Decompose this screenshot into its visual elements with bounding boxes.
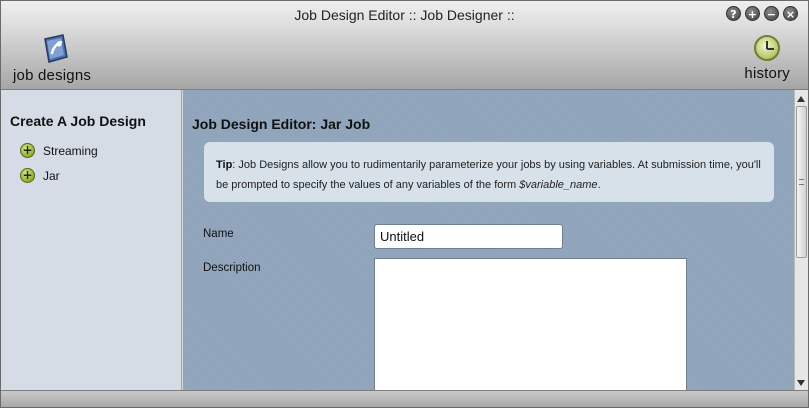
page-title: Job Design Editor: Jar Job <box>192 116 371 132</box>
window-controls: ? + − × <box>726 6 798 21</box>
maximize-button[interactable]: + <box>745 6 760 21</box>
name-label: Name <box>203 228 234 240</box>
grip-icon <box>799 179 804 185</box>
history-label: history <box>744 65 790 82</box>
scroll-down-icon[interactable] <box>797 380 805 386</box>
app-window: Job Design Editor :: Job Designer :: ? +… <box>0 0 809 408</box>
tip-text: : Job Designs allow you to rudimentarily… <box>216 159 761 191</box>
close-button[interactable]: × <box>783 6 798 21</box>
sidebar-item-label: Jar <box>43 168 60 183</box>
sidebar-item-streaming[interactable]: + Streaming <box>20 143 98 158</box>
job-designs-button[interactable]: job designs <box>13 33 91 84</box>
description-textarea[interactable] <box>374 258 687 393</box>
job-designs-label: job designs <box>13 67 92 84</box>
vertical-scrollbar[interactable] <box>794 90 808 390</box>
sidebar-title: Create A Job Design <box>10 113 146 129</box>
plus-circle-icon: + <box>20 168 35 183</box>
plus-circle-icon: + <box>20 143 35 158</box>
name-input[interactable] <box>374 224 563 249</box>
clock-icon <box>754 35 781 61</box>
description-label: Description <box>203 262 261 274</box>
tip-prefix: Tip <box>216 159 233 171</box>
scrollbar-thumb[interactable] <box>796 106 807 258</box>
window-title: Job Design Editor :: Job Designer :: <box>294 7 515 23</box>
tip-box: Tip: Job Designs allow you to rudimentar… <box>204 142 774 202</box>
sidebar: Create A Job Design + Streaming + Jar <box>1 90 182 390</box>
status-bar <box>1 390 808 407</box>
sidebar-item-label: Streaming <box>43 143 98 158</box>
window-header: Job Design Editor :: Job Designer :: ? +… <box>1 1 808 90</box>
main-panel: Job Design Editor: Jar Job Tip: Job Desi… <box>183 90 794 393</box>
tip-variable: $variable_name <box>519 179 598 191</box>
sidebar-item-jar[interactable]: + Jar <box>20 168 60 183</box>
scroll-up-icon[interactable] <box>797 96 805 102</box>
help-button[interactable]: ? <box>726 6 741 21</box>
tip-text-end: . <box>597 179 601 191</box>
minimize-button[interactable]: − <box>764 6 779 21</box>
history-button[interactable]: history <box>744 33 790 82</box>
job-designs-icon <box>37 33 71 65</box>
